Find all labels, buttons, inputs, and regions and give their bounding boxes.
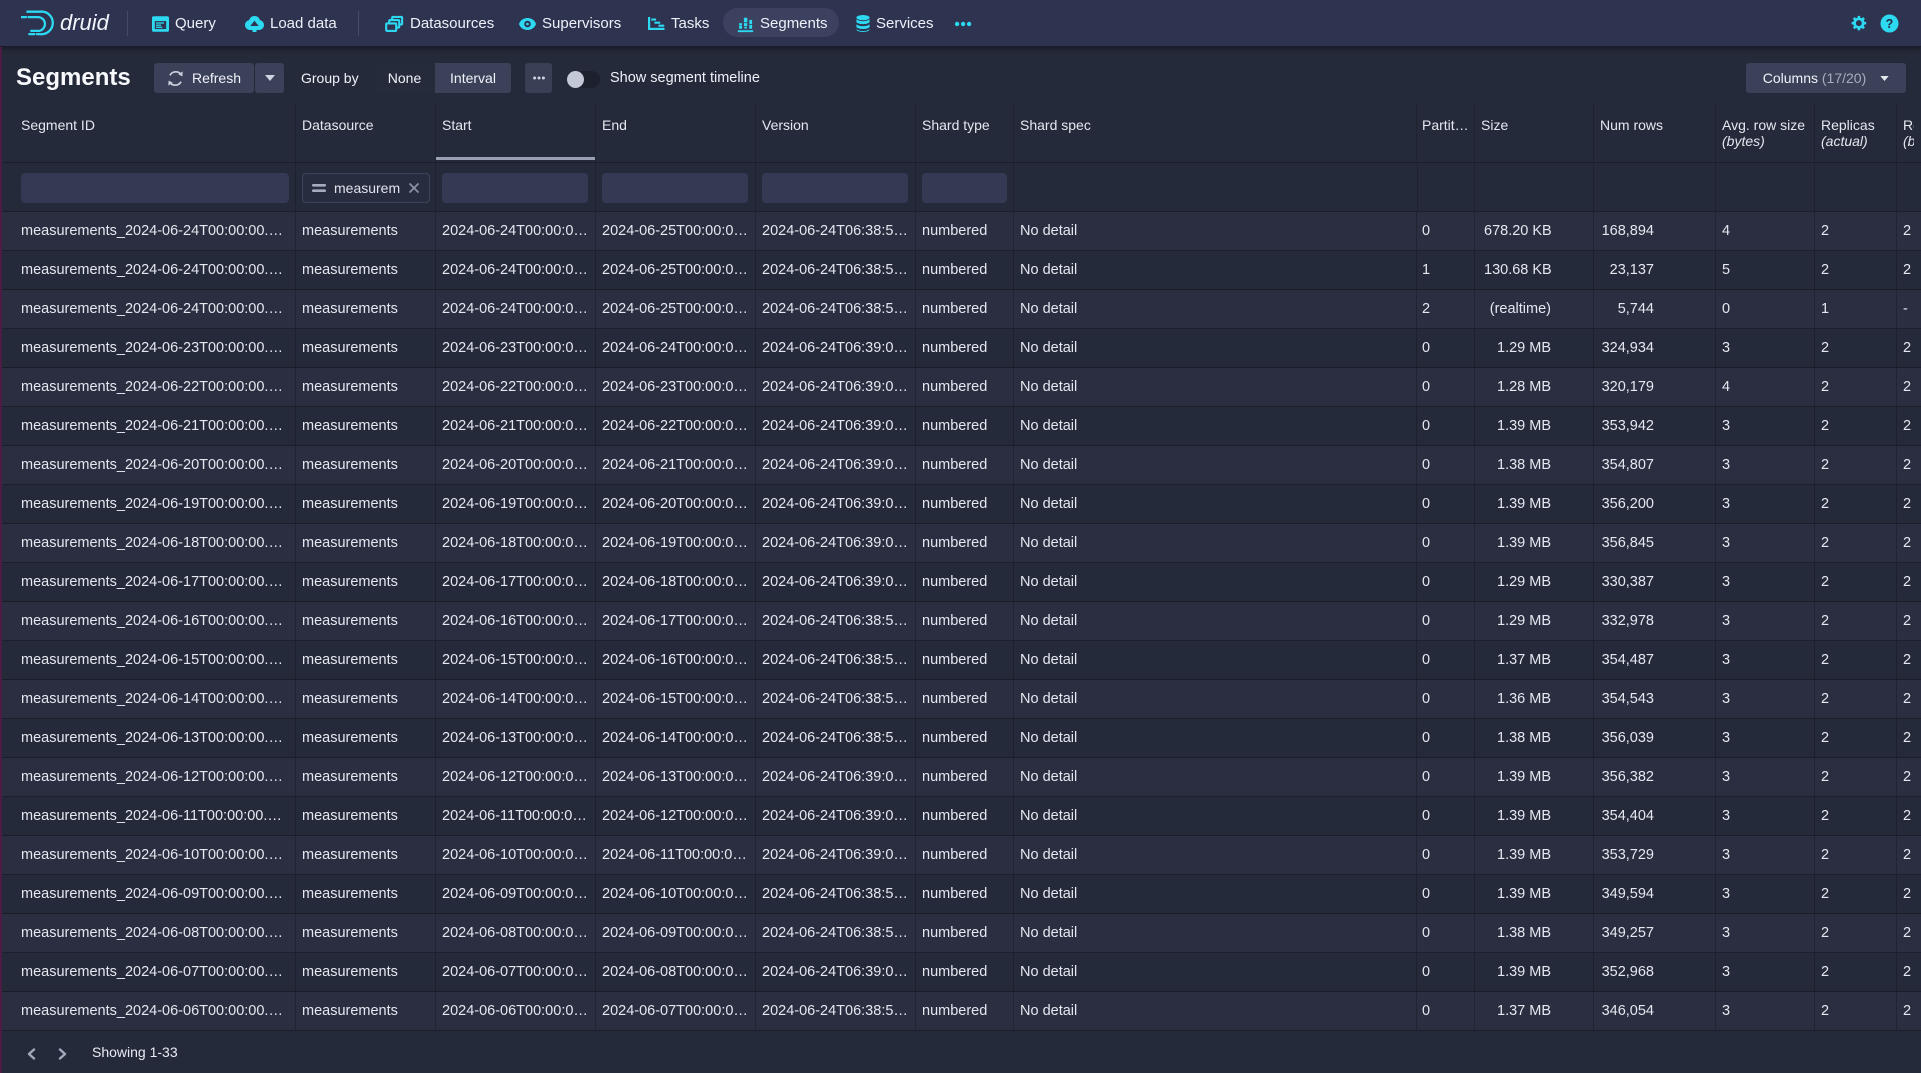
svg-text:?: ? — [1886, 17, 1894, 31]
